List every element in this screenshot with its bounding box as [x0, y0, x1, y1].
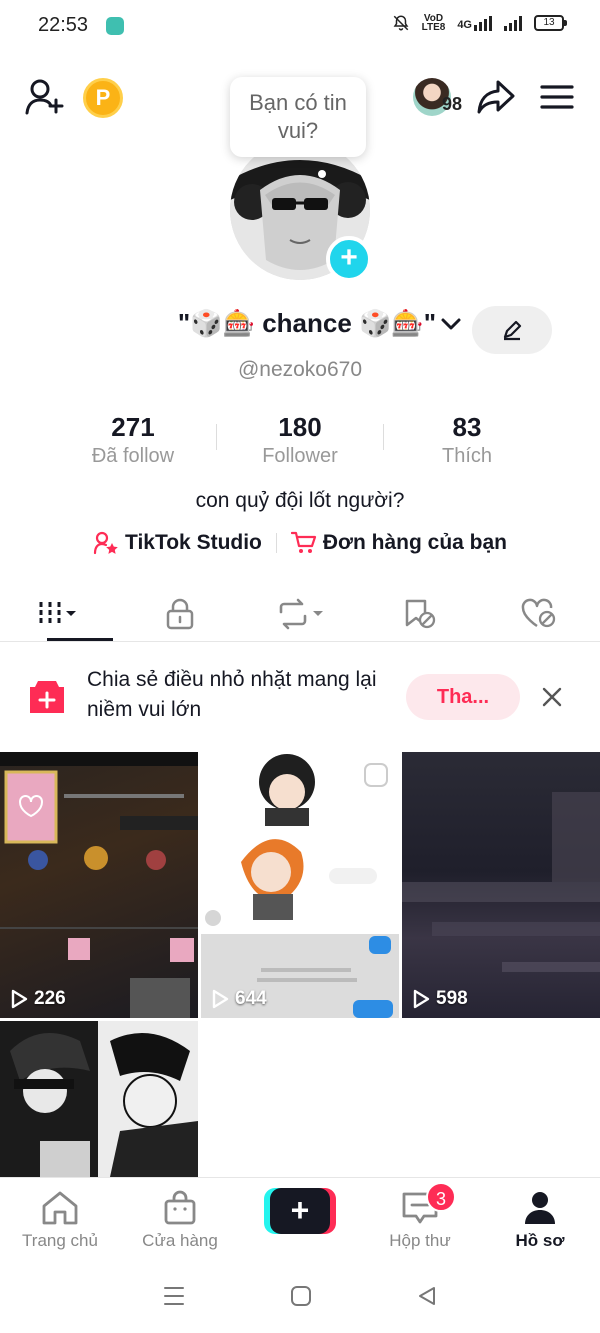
- display-name: "🎲🎰 chance 🎲🎰": [177, 308, 437, 338]
- bottom-navigation: Trang chủ Cửa hàng + Hộp thư 3 Hồ sơ: [0, 1177, 600, 1257]
- profile-icon: [525, 1192, 555, 1224]
- post-plus-icon: [28, 679, 66, 715]
- status-time: 22:53: [38, 14, 89, 36]
- points-coin-button[interactable]: P: [83, 78, 123, 118]
- app-notification-icon: [106, 17, 124, 35]
- add-story-button[interactable]: +: [326, 236, 372, 282]
- nav-home[interactable]: Trang chủ: [0, 1178, 120, 1257]
- nav-shop[interactable]: Cửa hàng: [120, 1178, 240, 1257]
- tab-favorites[interactable]: [360, 586, 480, 641]
- share-icon[interactable]: [476, 78, 516, 116]
- status-icons: VoD LTE8 4G 13: [392, 13, 567, 33]
- friends-count: 98: [442, 94, 463, 114]
- close-icon[interactable]: [540, 685, 564, 709]
- inbox-badge: 3: [426, 1182, 456, 1212]
- play-icon: [11, 989, 28, 1009]
- status-prompt-bubble[interactable]: Bạn có tin vui?: [230, 77, 366, 157]
- view-count: 644: [211, 988, 267, 1010]
- followers-stat[interactable]: 180 Follower: [217, 412, 383, 468]
- cart-icon: [290, 531, 316, 553]
- video-thumbnail[interactable]: 226: [0, 752, 198, 1018]
- home-button-icon[interactable]: [290, 1285, 312, 1307]
- bio: con quỷ đội lốt người?: [195, 489, 405, 512]
- lock-icon: [166, 598, 194, 629]
- divider: [275, 533, 277, 553]
- home-icon: [42, 1191, 78, 1225]
- signal-icon: [504, 15, 522, 31]
- plus-icon: +: [270, 1188, 330, 1234]
- tab-videos[interactable]: [0, 586, 120, 641]
- battery-icon: 13: [534, 15, 567, 31]
- profile-links: TikTok Studio Đơn hàng của bạn: [0, 531, 600, 555]
- nav-create[interactable]: +: [240, 1178, 360, 1257]
- grid-icon: [39, 601, 76, 626]
- volte-indicator: VoD LTE8: [421, 13, 446, 33]
- video-thumbnail[interactable]: 644: [201, 752, 399, 1018]
- likes-stat[interactable]: 83 Thích: [384, 412, 550, 468]
- following-stat[interactable]: 271 Đã follow: [50, 412, 216, 468]
- add-friend-icon[interactable]: [24, 78, 64, 116]
- mute-bell-icon: [393, 15, 408, 31]
- video-thumbnail[interactable]: [0, 1021, 198, 1177]
- system-navigation: [0, 1266, 600, 1326]
- profile-tabs: [0, 586, 600, 642]
- tab-reposts[interactable]: [240, 586, 360, 641]
- heart-hidden-icon: [521, 598, 556, 627]
- username: @nezoko670: [237, 358, 363, 381]
- tab-liked[interactable]: [480, 586, 600, 641]
- play-icon: [212, 989, 229, 1009]
- share-promo-banner: Chia sẻ điều nhỏ nhặt mang lại niềm vui …: [0, 643, 600, 751]
- signal-4g-icon: 4G: [457, 15, 492, 31]
- create-button[interactable]: +: [264, 1188, 336, 1234]
- tiktok-studio-link[interactable]: TikTok Studio: [93, 531, 262, 555]
- play-icon: [413, 989, 430, 1009]
- tab-private[interactable]: [120, 586, 240, 641]
- promo-action-button[interactable]: Tha...: [406, 674, 520, 720]
- nav-inbox[interactable]: Hộp thư 3: [360, 1178, 480, 1257]
- promo-text: Chia sẻ điều nhỏ nhặt mang lại niềm vui …: [87, 668, 377, 721]
- repost-icon: [279, 598, 323, 629]
- recent-apps-icon[interactable]: [162, 1285, 186, 1307]
- edit-profile-button[interactable]: [472, 306, 552, 354]
- view-count: 598: [412, 988, 468, 1010]
- menu-icon[interactable]: [540, 84, 574, 110]
- chevron-down-icon[interactable]: [440, 313, 462, 335]
- video-thumbnail[interactable]: 598: [402, 752, 600, 1018]
- shopping-bag-icon: [164, 1190, 196, 1225]
- orders-link[interactable]: Đơn hàng của bạn: [290, 531, 507, 555]
- creator-star-icon: [93, 531, 118, 555]
- view-count: 226: [10, 988, 66, 1010]
- pencil-icon: [503, 320, 522, 341]
- profile-stats: 271 Đã follow 180 Follower 83 Thích: [50, 412, 550, 468]
- bookmark-hidden-icon: [405, 599, 436, 628]
- nav-profile[interactable]: Hồ sơ: [480, 1178, 600, 1257]
- back-icon[interactable]: [416, 1285, 438, 1307]
